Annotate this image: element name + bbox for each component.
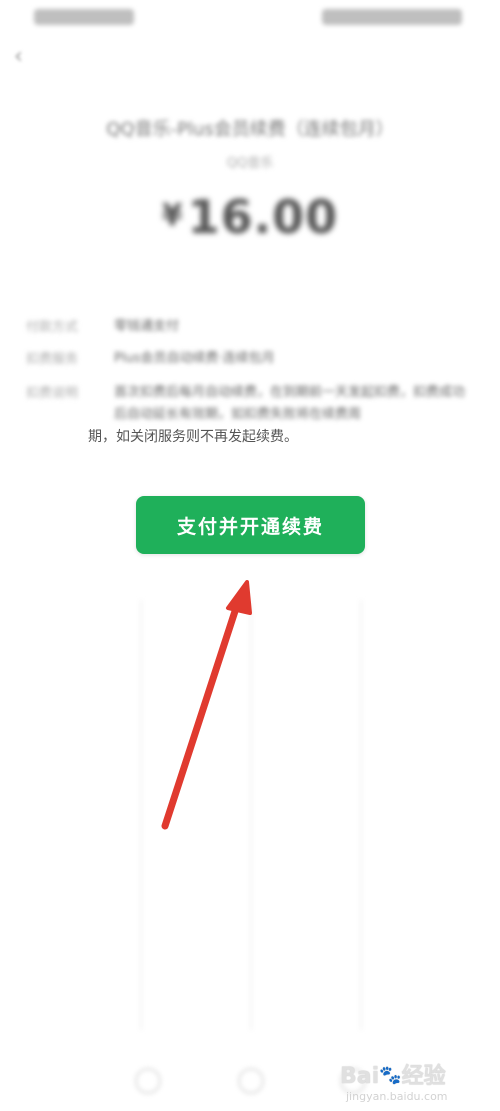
nav-home-icon[interactable] — [238, 1068, 264, 1094]
annotation-arrow-icon — [161, 580, 252, 830]
watermark-url: jingyan.baidu.com — [346, 1090, 448, 1103]
baidu-jingyan-watermark: Bai🐾经验 jingyan.baidu.com — [340, 1058, 490, 1106]
paw-icon: 🐾 — [379, 1065, 402, 1086]
nav-back-icon[interactable] — [135, 1068, 161, 1094]
watermark-logo: Bai🐾经验 — [340, 1064, 446, 1089]
